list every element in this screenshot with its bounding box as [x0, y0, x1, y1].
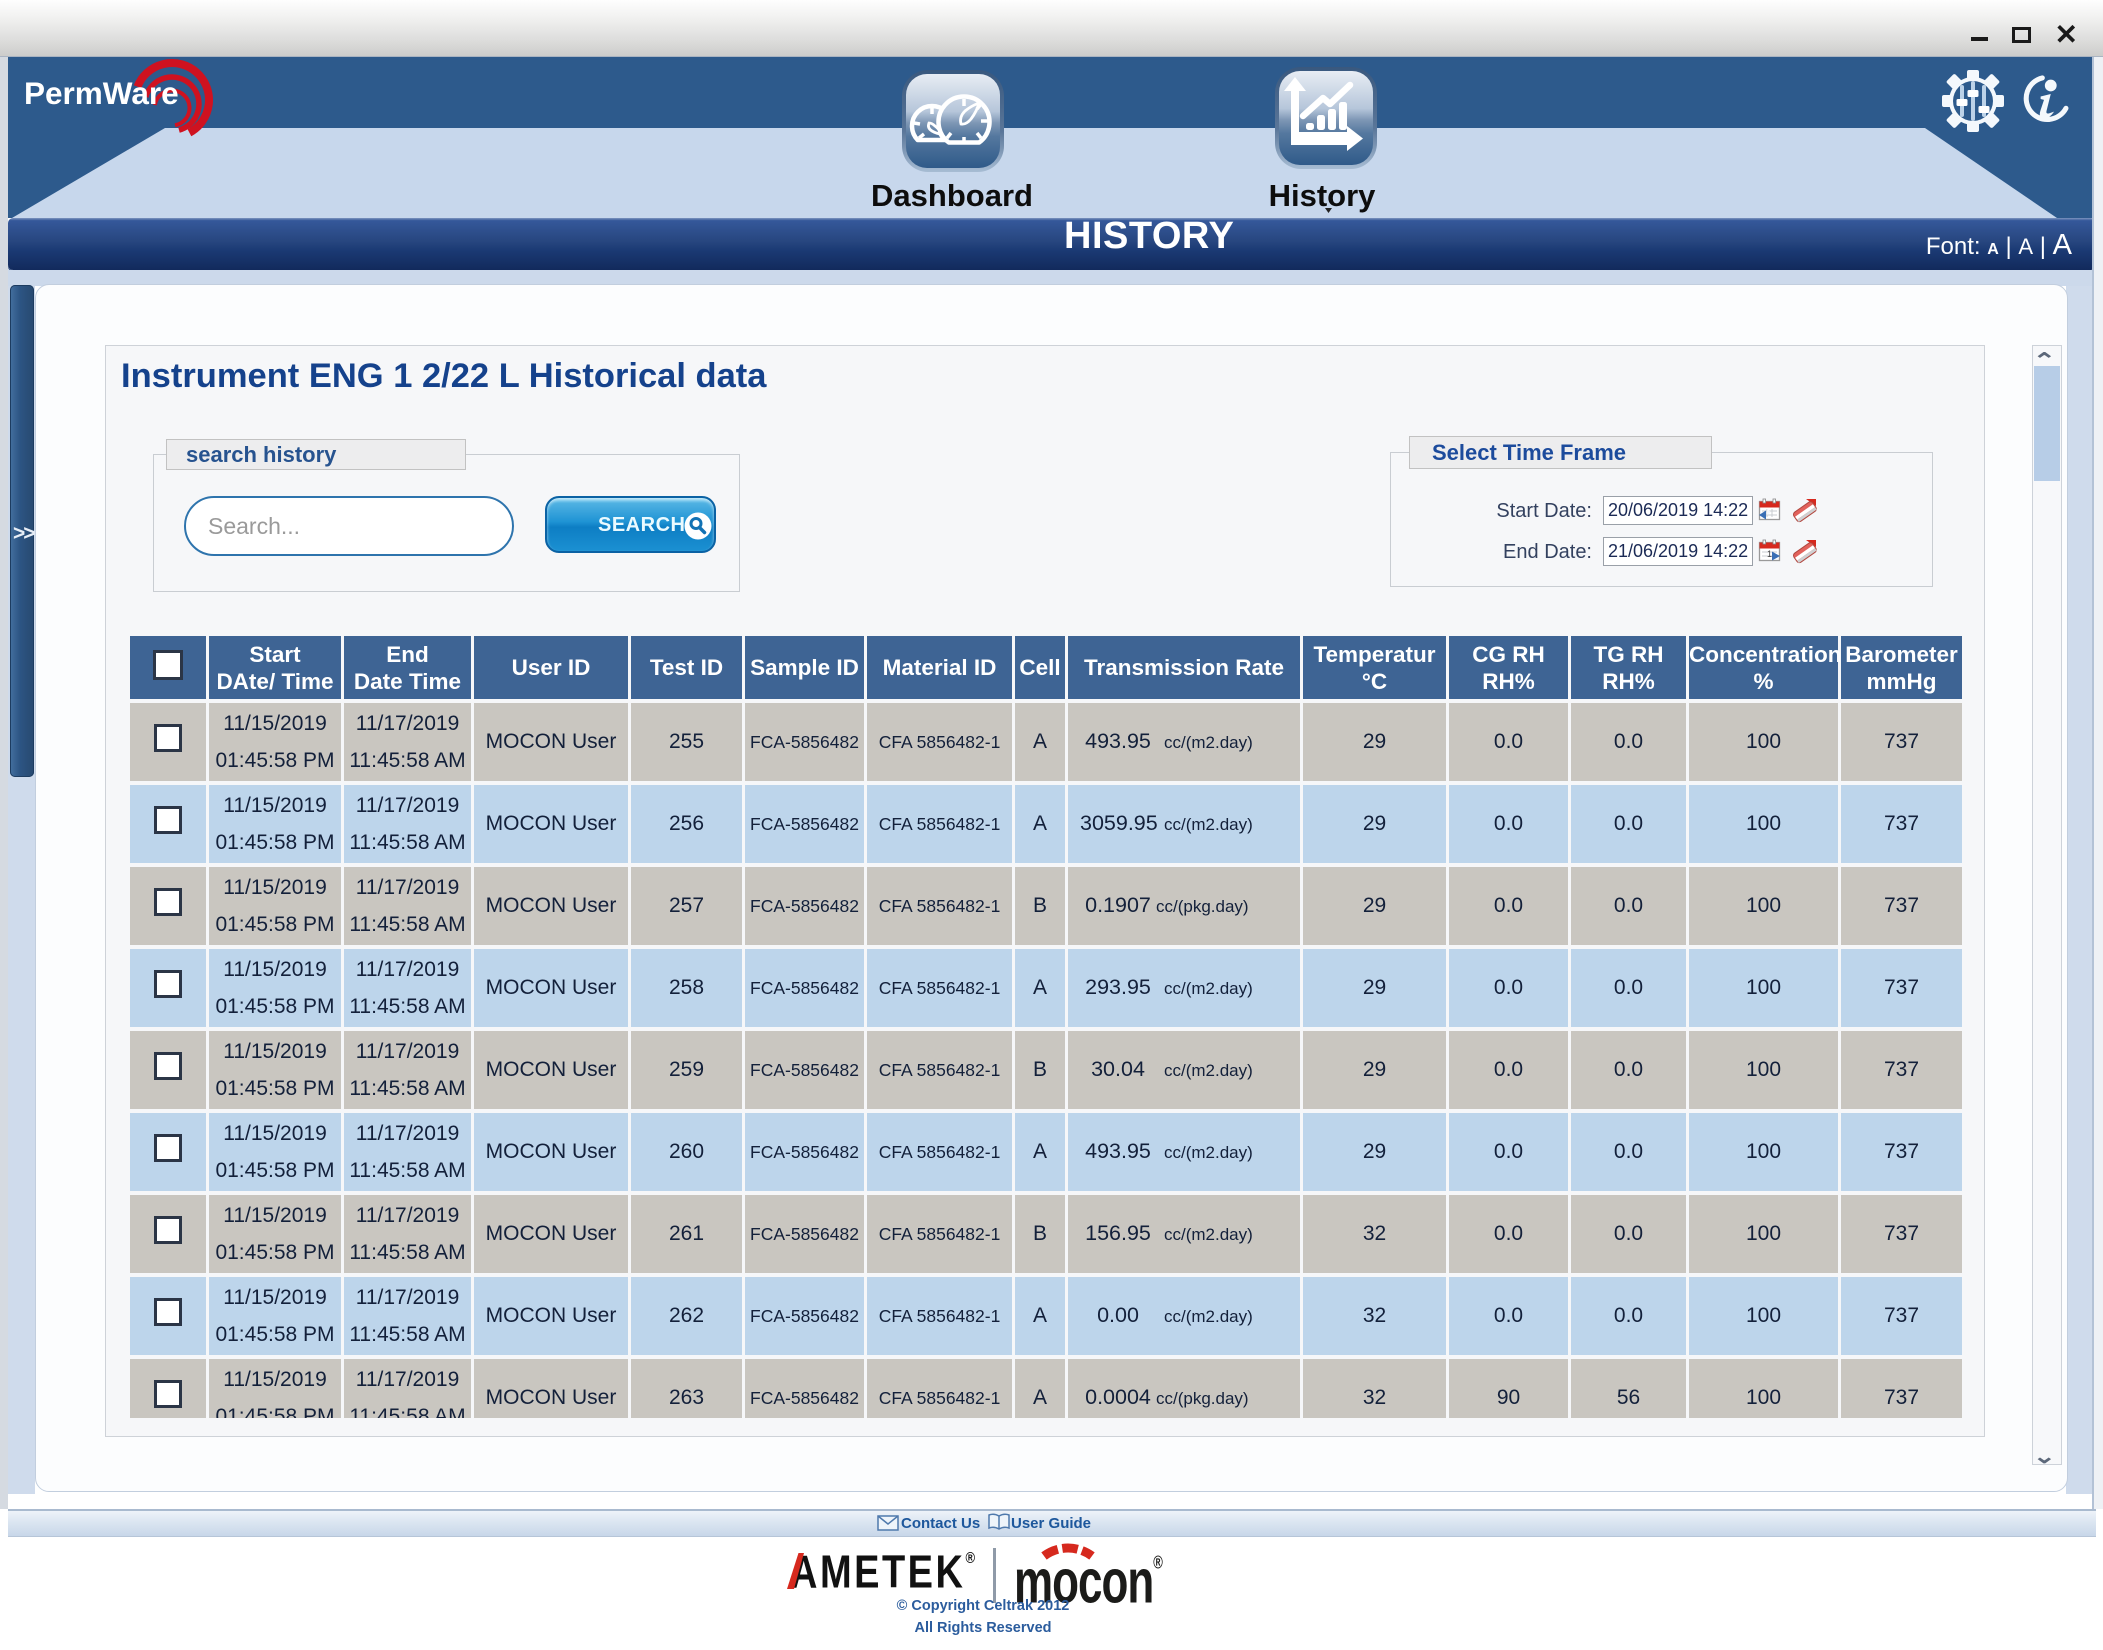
svg-text:1: 1 [1767, 549, 1772, 559]
